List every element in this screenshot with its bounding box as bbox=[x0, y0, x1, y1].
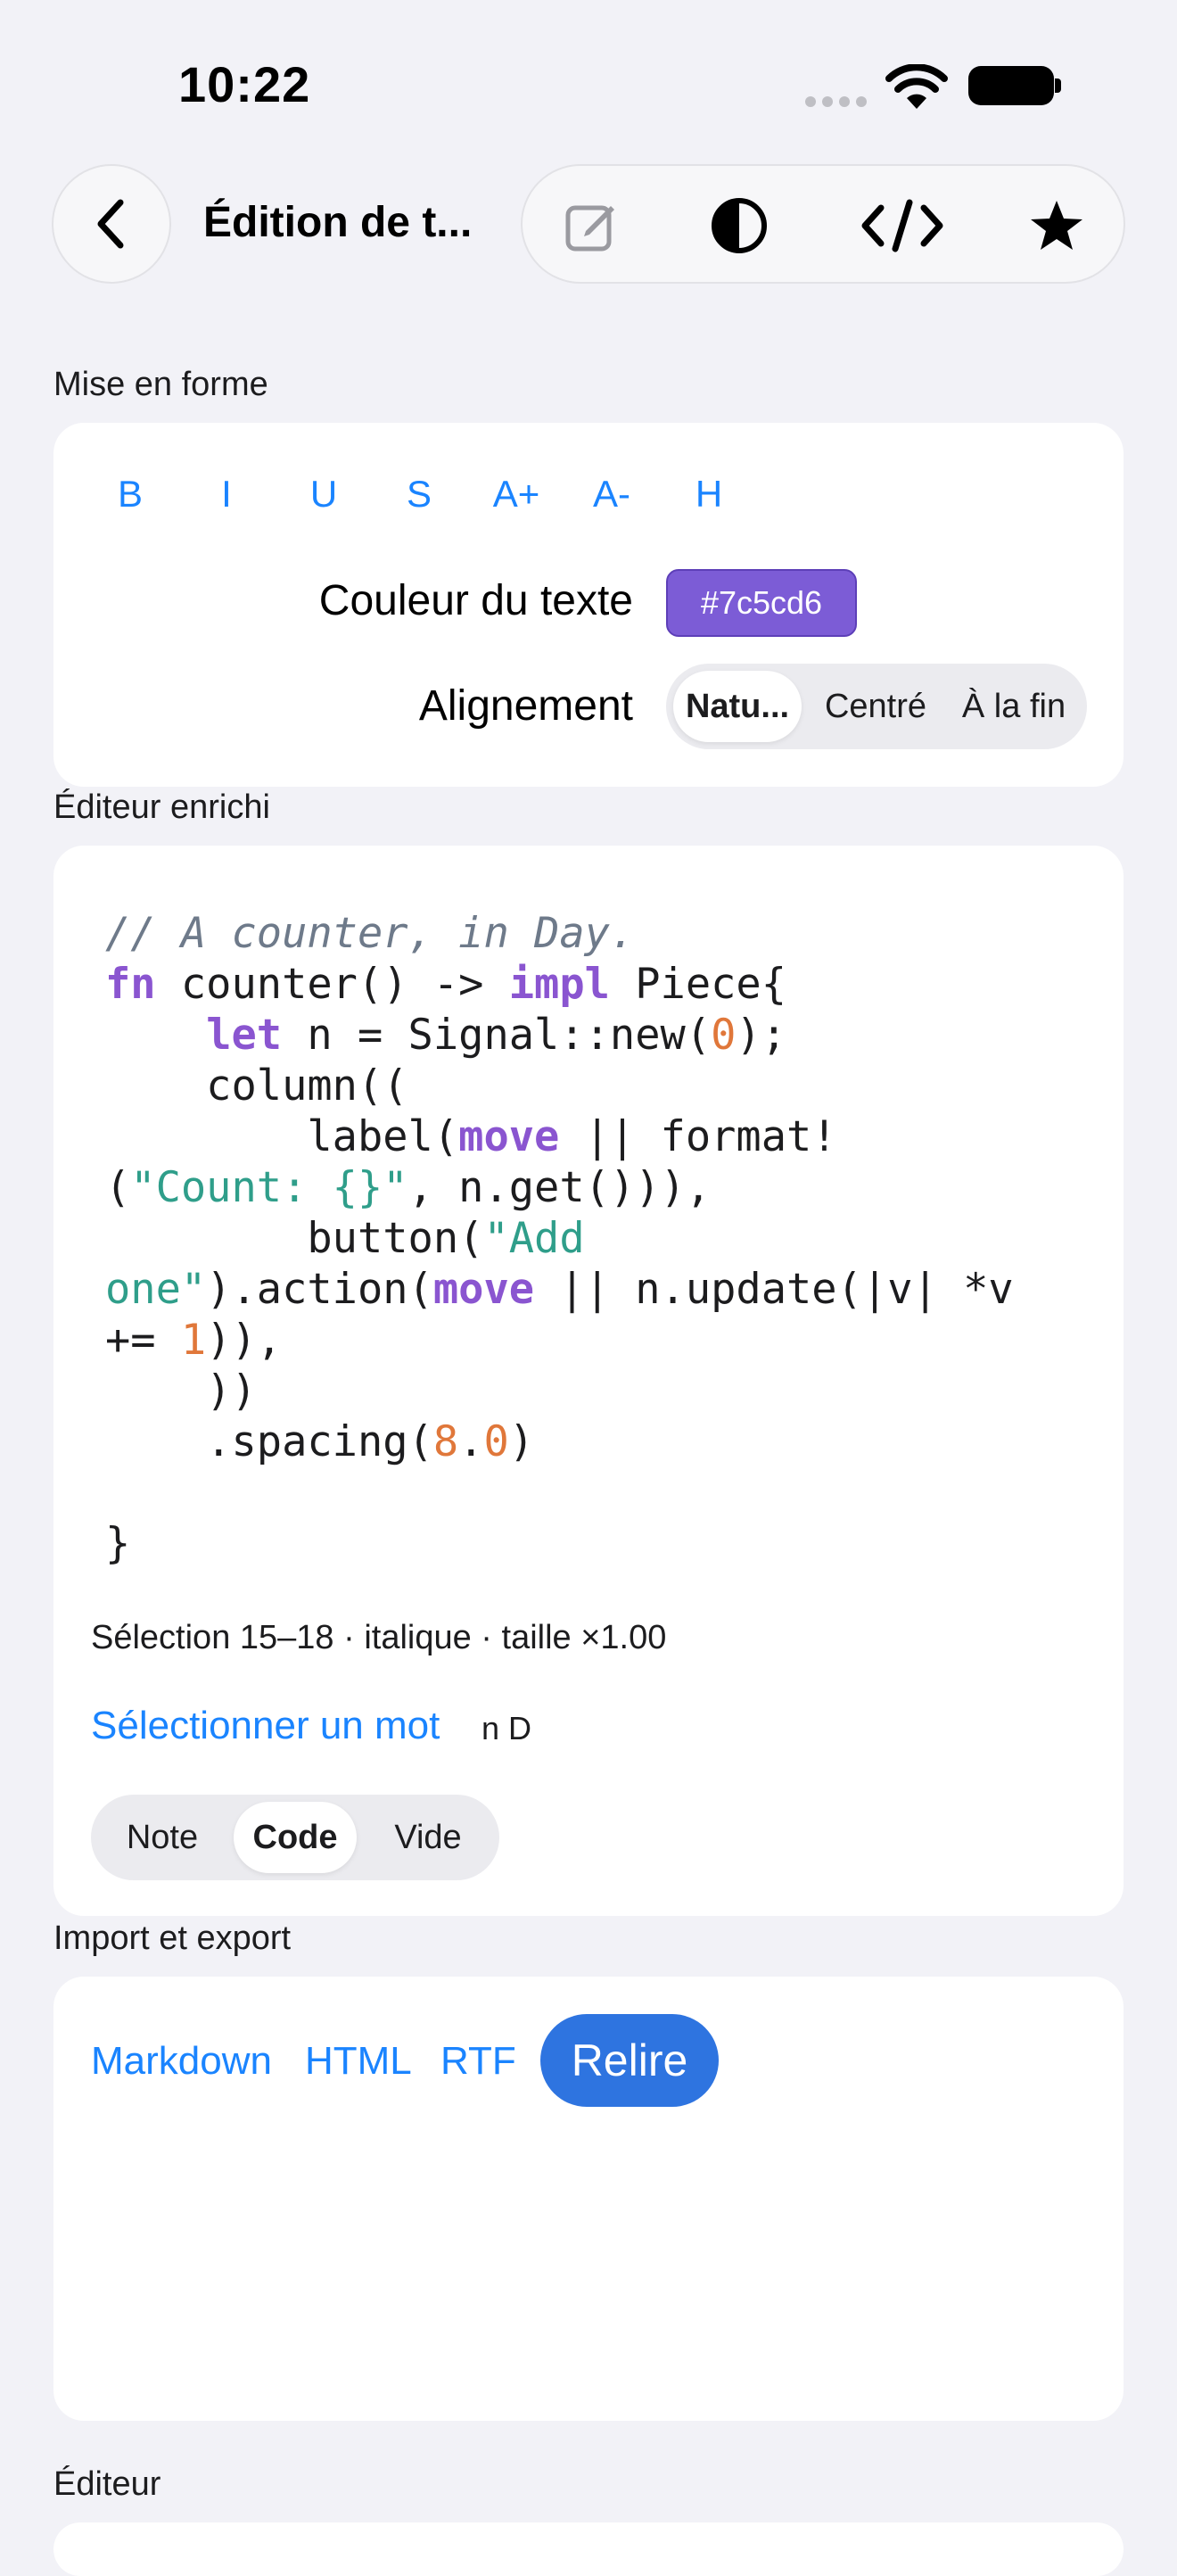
battery-icon bbox=[968, 66, 1054, 105]
wifi-icon bbox=[885, 64, 948, 109]
export-markdown-link[interactable]: Markdown bbox=[91, 2039, 272, 2084]
alignment-option-natural[interactable]: Natu... bbox=[673, 671, 802, 742]
mode-option-code[interactable]: Code bbox=[234, 1802, 357, 1873]
code-line-3: let n = Signal::new(0); bbox=[206, 1011, 787, 1060]
status-time: 10:22 bbox=[178, 56, 311, 112]
relire-button[interactable]: Relire bbox=[540, 2014, 719, 2107]
alignment-option-center[interactable]: Centré bbox=[809, 671, 942, 742]
decrease-size-button[interactable]: A- bbox=[576, 473, 647, 516]
editor-card bbox=[54, 2522, 1124, 2576]
code-line-11: .spacing(8.0) bbox=[105, 1417, 535, 1466]
code-line-1: // A counter, in Day. bbox=[105, 909, 636, 958]
alignment-label: Alignement bbox=[418, 682, 633, 730]
code-line-5: label(move || format! bbox=[105, 1112, 837, 1161]
toolbar bbox=[521, 164, 1125, 284]
text-color-label: Couleur du texte bbox=[318, 577, 633, 624]
strikethrough-button[interactable]: S bbox=[383, 473, 455, 516]
section-header-editor: Éditeur bbox=[54, 2465, 161, 2503]
chevron-left-icon bbox=[97, 199, 124, 249]
text-color-picker[interactable]: #7c5cd6 bbox=[666, 569, 857, 637]
nav-title: Édition de t... bbox=[203, 199, 473, 246]
mode-option-empty[interactable]: Vide bbox=[364, 1802, 492, 1873]
code-editor[interactable]: // A counter, in Day. fn counter() -> im… bbox=[105, 908, 1014, 1569]
underline-button[interactable]: U bbox=[288, 473, 359, 516]
code-line-9: += 1)), bbox=[105, 1316, 283, 1365]
code-icon[interactable] bbox=[858, 194, 947, 257]
section-header-formatting: Mise en forme bbox=[54, 366, 268, 403]
code-line-8: one").action(move || n.update(|v| *v bbox=[105, 1265, 1014, 1314]
back-button[interactable] bbox=[52, 164, 171, 284]
selected-word-value: n D bbox=[482, 1710, 532, 1746]
star-icon[interactable] bbox=[1025, 194, 1088, 257]
increase-size-button[interactable]: A+ bbox=[481, 473, 552, 516]
export-rtf-link[interactable]: RTF bbox=[440, 2039, 516, 2084]
alignment-segmented-control: Natu... Centré À la fin bbox=[666, 664, 1087, 749]
code-line-7: button("Add bbox=[105, 1214, 585, 1263]
section-header-rich-editor: Éditeur enrichi bbox=[54, 788, 270, 826]
highlight-button[interactable]: H bbox=[673, 473, 745, 516]
mode-option-note[interactable]: Note bbox=[98, 1802, 226, 1873]
code-line-10: )) bbox=[105, 1366, 257, 1416]
cellular-signal-icon bbox=[805, 96, 867, 107]
bold-button[interactable]: B bbox=[95, 473, 166, 516]
selection-info: Sélection 15–18 · italique · taille ×1.0… bbox=[91, 1619, 667, 1656]
code-line-6: ("Count: {}", n.get())), bbox=[105, 1163, 712, 1212]
section-header-import-export: Import et export bbox=[54, 1920, 292, 1957]
compose-icon[interactable] bbox=[560, 194, 622, 257]
alignment-option-end[interactable]: À la fin bbox=[944, 671, 1083, 742]
code-line-4: column(( bbox=[105, 1061, 408, 1110]
battery-tip bbox=[1055, 78, 1061, 93]
contrast-icon[interactable] bbox=[708, 194, 770, 257]
code-line-13: } bbox=[105, 1519, 131, 1568]
export-html-link[interactable]: HTML bbox=[305, 2039, 412, 2084]
mode-segmented-control: Note Code Vide bbox=[91, 1795, 499, 1880]
select-word-button[interactable]: Sélectionner un mot bbox=[91, 1704, 440, 1748]
italic-button[interactable]: I bbox=[191, 473, 262, 516]
code-line-2: fn counter() -> impl Piece{ bbox=[105, 960, 787, 1009]
